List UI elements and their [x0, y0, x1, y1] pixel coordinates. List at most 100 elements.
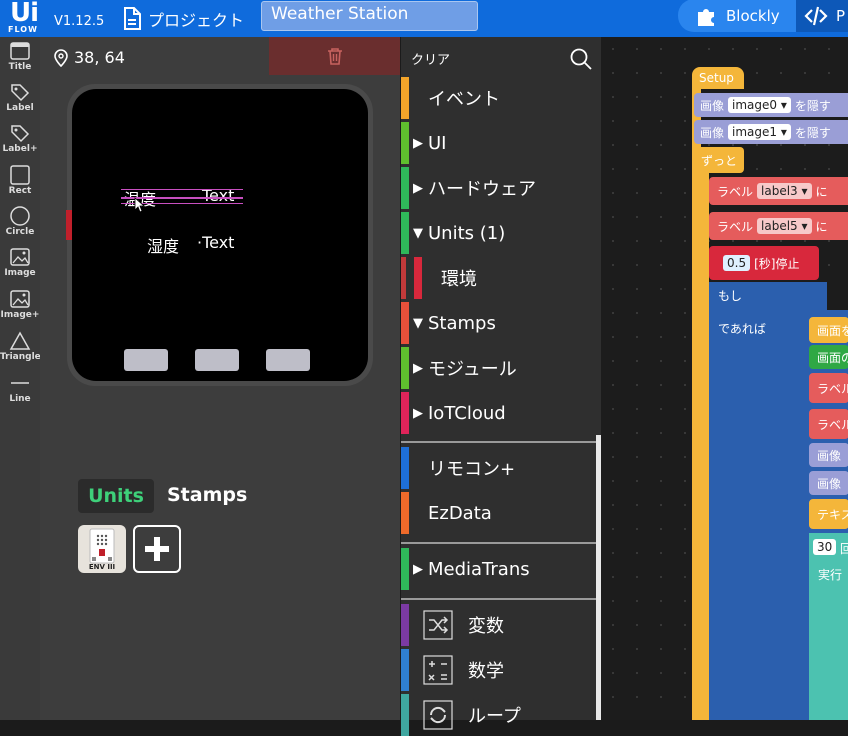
image-block-partial[interactable]: 画像 [809, 443, 848, 467]
tool-circle[interactable]: Circle [0, 206, 40, 237]
screen-block-partial[interactable]: 画面を [809, 317, 848, 343]
tool-image-plus-label: Image+ [0, 310, 40, 320]
category-loop[interactable]: ループ [401, 694, 597, 736]
screen-label-text-2[interactable]: ·Text [197, 233, 234, 252]
add-unit-button[interactable] [133, 525, 181, 573]
hide-image1-block[interactable]: 画像 image1 ▾ を隠す [694, 120, 848, 144]
category-math[interactable]: 数学 [401, 649, 597, 691]
tool-line[interactable]: Line [0, 373, 40, 404]
category-mediatrans[interactable]: ▶ MediaTrans [401, 548, 597, 590]
expand-arrow-icon: ▶ [413, 360, 423, 376]
category-label: 環境 [441, 269, 477, 290]
tool-label[interactable]: Label [0, 82, 40, 113]
label-block-partial[interactable]: ラベル [809, 373, 848, 403]
tool-triangle[interactable]: Triangle [0, 331, 41, 362]
image-block-partial-2[interactable]: 画像 [809, 471, 848, 495]
uiflow-logo: Ui FLOW [6, 0, 50, 35]
project-button[interactable]: プロジェクト [122, 4, 244, 34]
category-ezdata[interactable]: EzData [401, 492, 597, 534]
logo-subtext: FLOW [8, 25, 38, 34]
category-iotcloud[interactable]: ▶ IoTCloud [401, 392, 597, 434]
set-label5-block[interactable]: ラベル label5 ▾ に [709, 212, 848, 240]
label3-dropdown[interactable]: label3 ▾ [757, 183, 812, 199]
repeat-times-label: 回 [840, 542, 848, 556]
label-block-partial-2[interactable]: ラベル [809, 409, 848, 439]
category-color-bar [401, 548, 409, 590]
location-pin-icon [54, 48, 68, 67]
screen-block-partial-2[interactable]: 画面の [809, 345, 848, 369]
blockly-workspace[interactable]: Setup 画像 image0 ▾ を隠す 画像 image1 ▾ を隠す ずっ… [601, 37, 848, 720]
tool-title[interactable]: Title [0, 41, 40, 72]
category-stamps[interactable]: ▼ Stamps [401, 302, 597, 344]
category-divider [401, 441, 597, 443]
wait-block[interactable]: 0.5 [秒]停止 [709, 246, 819, 280]
category-color-bar [401, 392, 409, 434]
category-variables[interactable]: 変数 [401, 604, 597, 646]
if-condition-slot[interactable] [827, 282, 848, 310]
category-divider [401, 598, 597, 600]
repeat-block-partial[interactable]: 30 回 実行 [809, 533, 848, 720]
category-label: Units (1) [428, 222, 506, 244]
category-label: 数学 [468, 661, 504, 682]
hardware-button-c[interactable] [266, 349, 310, 371]
tab-blockly[interactable]: Blockly [678, 0, 796, 32]
image-icon [10, 248, 30, 266]
tab-stamps[interactable]: Stamps [167, 484, 247, 506]
trash-icon [327, 48, 342, 65]
tab-python[interactable]: P [796, 0, 848, 32]
tool-image-plus[interactable]: Image+ [0, 289, 40, 320]
category-event[interactable]: イベント [401, 77, 597, 119]
forever-block[interactable]: ずっと [692, 147, 744, 173]
label5-dropdown[interactable]: label5 ▾ [757, 218, 812, 234]
image1-dropdown[interactable]: image1 ▾ [728, 124, 791, 140]
block-label-prefix: ラベル [717, 184, 754, 199]
device-screen[interactable]: 温度 Text 湿度 ·Text [72, 89, 368, 381]
wait-seconds-input[interactable]: 0.5 [723, 255, 751, 271]
search-icon[interactable] [569, 47, 593, 71]
tab-units[interactable]: Units [78, 479, 154, 513]
project-title-input[interactable]: Weather Station [261, 1, 478, 31]
text-block-partial[interactable]: テキス [809, 499, 848, 529]
setup-block[interactable]: Setup [692, 67, 744, 89]
label3-value: label3 [761, 184, 798, 198]
tool-rect-label: Rect [8, 186, 32, 196]
delete-button[interactable] [269, 37, 400, 75]
tool-line-label: Line [9, 394, 31, 404]
category-ui[interactable]: ▶ UI [401, 122, 597, 164]
image-block-label: 画像 [817, 476, 842, 491]
clear-button[interactable]: クリア [411, 49, 450, 68]
loop-icon [423, 700, 453, 730]
env-unit-card[interactable]: ENV III [78, 525, 126, 573]
category-label: リモコン+ [428, 459, 516, 480]
circle-icon [10, 206, 30, 226]
coordinate-text: 38, 64 [74, 48, 125, 67]
block-image-label: 画像 [700, 98, 725, 113]
category-env[interactable]: 環境 [401, 257, 597, 299]
hardware-button-b[interactable] [195, 349, 239, 371]
category-module[interactable]: ▶ モジュール [401, 347, 597, 389]
setup-block-spine [692, 89, 701, 720]
plus-icon [145, 537, 169, 561]
screen-label-humidity[interactable]: 湿度 [147, 233, 179, 257]
repeat-count-input[interactable]: 30 [813, 539, 837, 555]
block-category-panel: クリア イベント ▶ UI ▶ ハードウェア ▼ Units (1) 環境 ▼ … [401, 37, 601, 736]
category-units[interactable]: ▼ Units (1) [401, 212, 597, 254]
category-remote-plus[interactable]: リモコン+ [401, 447, 597, 489]
hardware-button-a[interactable] [124, 349, 168, 371]
puzzle-icon [698, 8, 714, 26]
tool-rect[interactable]: Rect [0, 165, 40, 196]
category-hardware[interactable]: ▶ ハードウェア [401, 167, 597, 209]
document-icon [124, 7, 141, 30]
project-label: プロジェクト [148, 11, 245, 30]
label-plus-icon [11, 125, 30, 143]
hide-image0-block[interactable]: 画像 image0 ▾ を隠す [694, 93, 848, 117]
tab-blockly-label: Blockly [726, 6, 780, 25]
image0-dropdown[interactable]: image0 ▾ [728, 97, 791, 113]
tab-python-label: P [836, 6, 846, 25]
set-label3-block[interactable]: ラベル label3 ▾ に [709, 177, 848, 205]
category-color-bar [401, 649, 409, 691]
logo-text: Ui [10, 0, 39, 28]
tool-image[interactable]: Image [0, 247, 40, 278]
category-label: モジュール [428, 359, 517, 380]
tool-label-plus[interactable]: Label+ [0, 123, 40, 154]
